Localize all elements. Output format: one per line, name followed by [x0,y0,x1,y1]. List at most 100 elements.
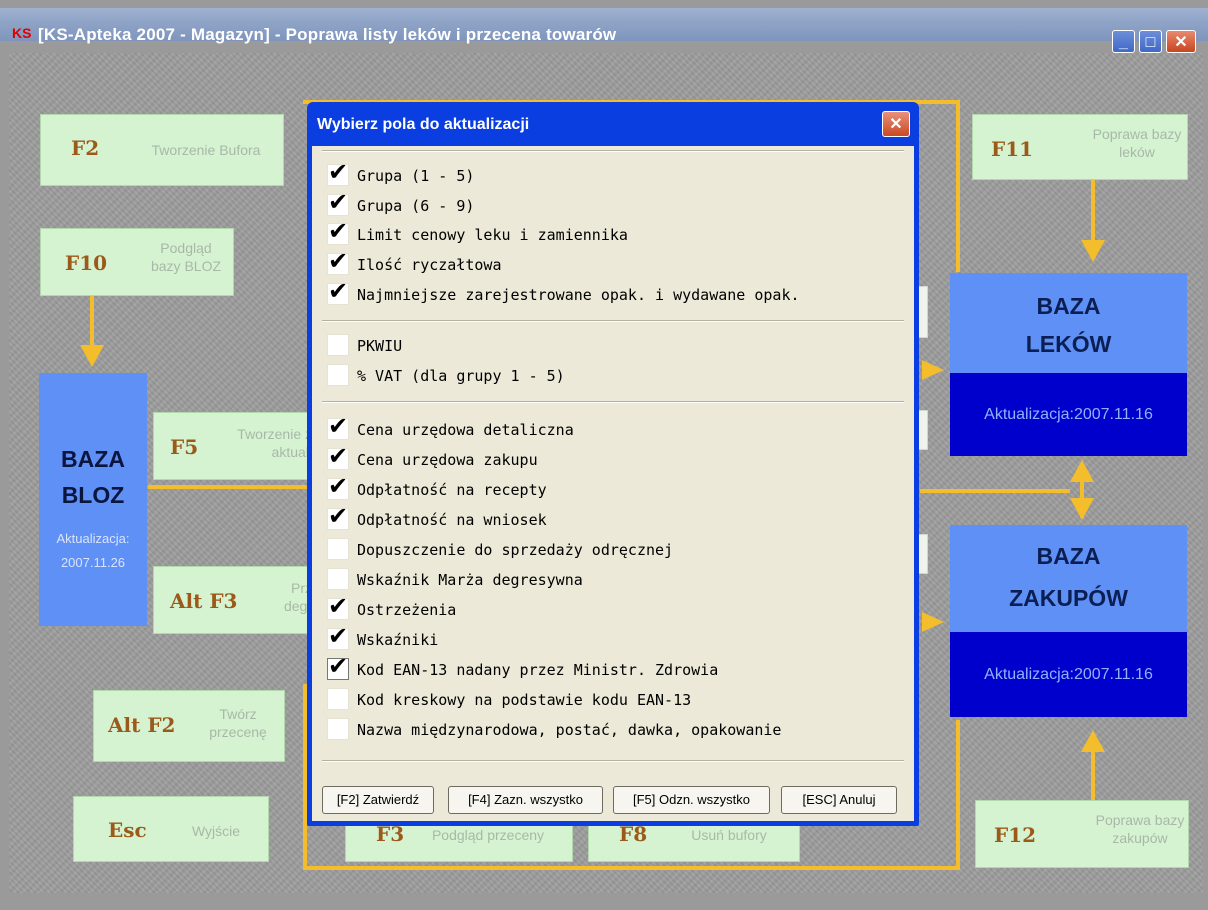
checkbox-box[interactable] [327,688,349,710]
fkey-label: Poprawa bazy zakupów [1095,812,1185,846]
cancel-button[interactable]: [ESC] Anuluj [781,786,897,814]
fkey-key: F5 [170,435,199,459]
checkmark-icon: ✔ [328,502,349,530]
checkbox-label: Cena urzędowa zakupu [357,451,538,469]
bloz-update-date: 2007.11.26 [60,555,126,570]
checkbox-label: Wskaźnik Marża degresywna [357,571,583,589]
fkey-label: Tworzenie Bufora [151,142,261,158]
fkey-key: F2 [71,136,100,160]
checkbox-label: PKWIU [357,337,403,355]
checkbox-label: Odpłatność na recepty [357,481,547,499]
main-window: KS [KS-Apteka 2007 - Magazyn] - Poprawa … [0,0,1208,910]
bloz-database-panel: BAZA BLOZ Aktualizacja: 2007.11.26 [39,373,147,626]
purchase-base-title-line2: ZAKUPÓW [1009,585,1128,611]
checkbox-label: Cena urzędowa detaliczna [357,421,574,439]
fkey-key: Alt F3 [170,589,238,613]
select-all-button[interactable]: [F4] Zazn. wszystko [448,786,603,814]
checkmark-icon: ✔ [328,442,349,470]
connector-line [303,866,960,870]
checkbox-label: Dopuszczenie do sprzedaży odręcznej [357,541,674,559]
fkey-label: Prz degr [283,580,312,614]
minimize-button[interactable]: _ [1112,30,1135,53]
close-window-button[interactable]: ✕ [1166,30,1196,53]
deselect-all-button[interactable]: [F5] Odzn. wszystko [613,786,770,814]
title-bar: KS [KS-Apteka 2007 - Magazyn] - Poprawa … [0,8,1208,53]
f11-fix-drug-base-button[interactable]: F11 Poprawa bazy leków [972,114,1188,180]
checkbox-box[interactable] [327,718,349,740]
connector-line [920,489,1070,493]
fkey-key: F12 [994,823,1037,847]
checkbox-label: Kod kreskowy na podstawie kodu EAN-13 [357,691,692,709]
checkbox-label: Limit cenowy leku i zamiennika [357,226,628,244]
dialog-body: ✔ Grupa (1 - 5) ✔ Grupa (6 - 9) ✔ Limit … [312,146,914,821]
app-logo-icon: KS [12,25,32,41]
drug-base-title-line2: LEKÓW [1025,331,1112,357]
bloz-title-line1: BAZA [61,446,125,472]
arrow-up-icon [1081,730,1105,752]
f5-create-update-button[interactable]: F5 Tworzenie z aktuali [153,412,313,480]
checkbox-label: Ostrzeżenia [357,601,457,619]
arrow-down-icon [1070,498,1094,520]
window-title: [KS-Apteka 2007 - Magazyn] - Poprawa lis… [38,25,617,44]
checkmark-icon: ✔ [328,592,349,620]
connector-line [90,296,94,346]
esc-exit-button[interactable]: Esc Wyjście [73,796,269,862]
drug-base-title-line1: BAZA [1036,293,1101,319]
checkbox-label: Ilość ryczałtowa [357,256,502,274]
checkbox-box[interactable] [327,334,349,356]
checkbox-box[interactable] [327,364,349,386]
checkmark-icon: ✔ [328,652,349,680]
checkmark-icon: ✔ [328,217,349,245]
checkmark-icon: ✔ [328,622,349,650]
bloz-title-line2: BLOZ [61,482,125,508]
dialog-title: Wybierz pola do aktualizacji [317,116,530,133]
checkbox-label: Grupa (6 - 9) [357,197,475,215]
altf2-create-discount-button[interactable]: Alt F2 Twórz przecenę [93,690,285,762]
checkmark-icon: ✔ [328,247,349,275]
bloz-update-label: Aktualizacja: [56,531,130,546]
divider [322,401,904,403]
checkmark-icon: ✔ [328,188,349,216]
checkmark-icon: ✔ [328,277,349,305]
checkmark-icon: ✔ [328,412,349,440]
altf3-degressive-button[interactable]: Alt F3 Prz degr [153,566,313,634]
fkey-label: Wyjście [191,823,241,839]
purchase-base-title-line1: BAZA [1036,543,1101,569]
checkbox-label: Najmniejsze zarejestrowane opak. i wydaw… [357,286,800,304]
checkbox-box[interactable] [327,538,349,560]
checkmark-icon: ✔ [328,158,349,186]
arrow-right-icon [922,360,944,380]
fkey-label: Twórz przecenę [209,706,267,740]
connector-line [1091,180,1095,240]
arrow-right-icon [922,612,944,632]
arrow-down-icon [1081,240,1105,262]
fkey-label: Tworzenie z aktuali [237,426,312,460]
fkey-key: Alt F2 [108,713,176,737]
checkbox-label: Kod EAN-13 nadany przez Ministr. Zdrowia [357,661,719,679]
f2-create-buffer-button[interactable]: F2 Tworzenie Bufora [40,114,284,186]
fkey-label: Poprawa bazy leków [1092,126,1182,160]
fkey-key: F11 [991,137,1034,161]
f12-fix-purchase-base-button[interactable]: F12 Poprawa bazy zakupów [975,800,1189,868]
fkey-label: Usuń bufory [691,827,767,843]
arrow-up-icon [1070,460,1094,482]
divider [322,150,904,152]
connector-line [956,720,960,870]
checkbox-label: Nazwa międzynarodowa, postać, dawka, opa… [357,721,782,739]
connector-line [1091,752,1095,802]
arrow-down-icon [80,345,104,367]
purchase-database-panel: BAZA ZAKUPÓW Aktualizacja:2007.11.16 [950,525,1187,717]
select-fields-dialog: Wybierz pola do aktualizacji ✕ ✔ Grupa (… [307,102,919,826]
fkey-label: Podgląd przeceny [431,827,545,843]
maximize-button[interactable]: □ [1139,30,1162,53]
connector-line [956,100,960,272]
fkey-label: Podgląd bazy BLOZ [150,240,222,274]
purchase-base-update: Aktualizacja:2007.11.16 [950,632,1187,717]
checkmark-icon: ✔ [328,472,349,500]
dialog-close-button[interactable]: ✕ [882,111,910,137]
f10-bloz-preview-button[interactable]: F10 Podgląd bazy BLOZ [40,228,234,296]
confirm-button[interactable]: [F2] Zatwierdź [322,786,434,814]
fkey-key: Esc [108,818,147,842]
drug-base-update: Aktualizacja:2007.11.16 [950,373,1187,456]
checkbox-box[interactable] [327,568,349,590]
